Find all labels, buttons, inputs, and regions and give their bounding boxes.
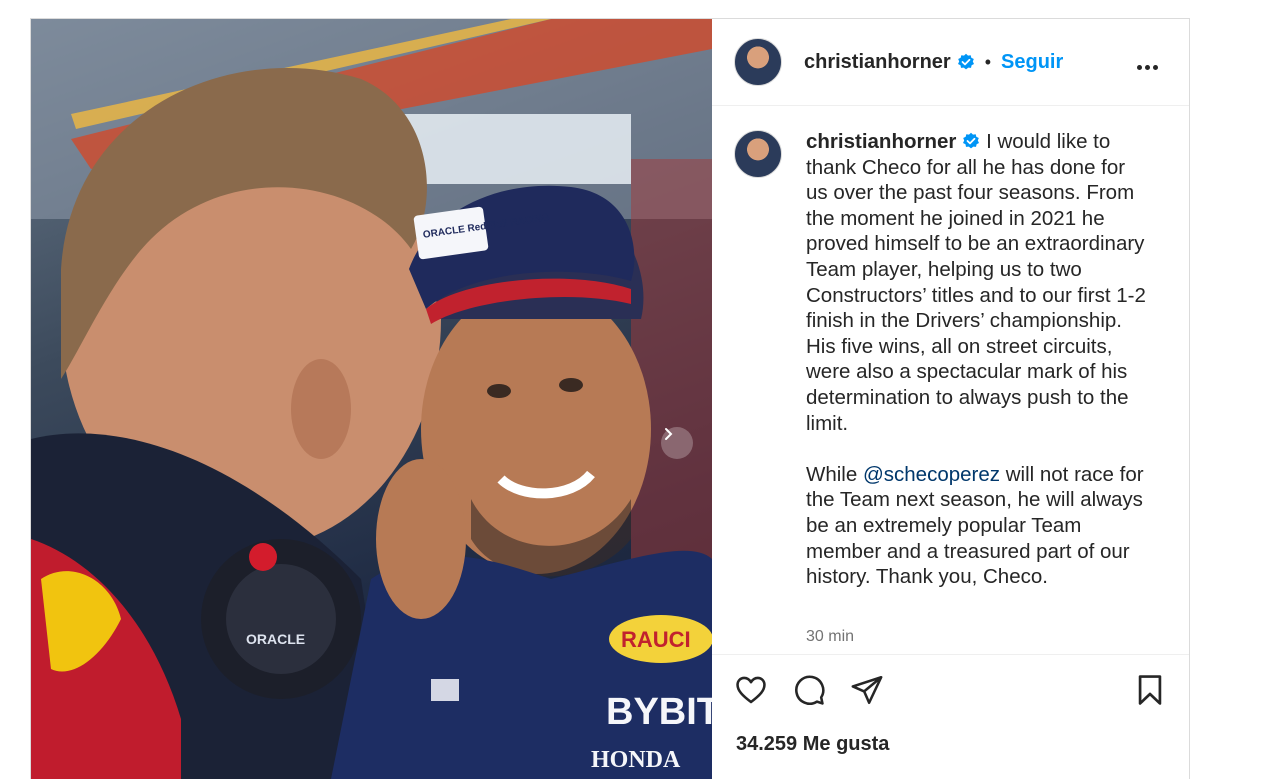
bookmark-icon[interactable] [1133, 673, 1167, 707]
post-header: christianhorner • Seguir [712, 19, 1189, 106]
caption-username[interactable]: christianhorner [806, 130, 956, 153]
separator-dot: • [984, 51, 992, 72]
chevron-right-icon [665, 428, 673, 440]
follow-button[interactable]: Seguir [1001, 51, 1063, 74]
caption-paragraph-1: I would like to thank Checo for all he h… [806, 130, 1146, 435]
likes-count[interactable]: 34.259 Me gusta [736, 733, 889, 756]
photo-illustration: ORACLE ORACLE Red Bull RACING RAUCI BYBI… [31, 19, 712, 779]
avatar[interactable] [734, 38, 782, 86]
caption-text: christianhorner I would like to thank Ch… [806, 129, 1146, 590]
suit-sponsor-2: HONDA [591, 747, 681, 773]
caption-p2-before: While [806, 462, 863, 486]
next-photo-button[interactable] [661, 427, 693, 459]
verified-badge-icon [963, 132, 980, 149]
suit-sponsor-1: BYBIT [606, 691, 712, 733]
post-timestamp[interactable]: 30 min [806, 628, 854, 646]
post-image[interactable]: ORACLE ORACLE Red Bull RACING RAUCI BYBI… [31, 19, 712, 779]
caption-area: christianhorner I would like to thank Ch… [712, 106, 1189, 655]
svg-text:ORACLE: ORACLE [246, 631, 305, 647]
post-side-panel: christianhorner • Seguir christianhorner… [712, 19, 1189, 779]
verified-badge-icon [957, 53, 974, 70]
comment-icon[interactable] [792, 673, 826, 707]
share-icon[interactable] [850, 673, 884, 707]
action-bar [734, 673, 884, 707]
more-options-icon[interactable] [1137, 57, 1161, 75]
header-username[interactable]: christianhorner [804, 51, 951, 74]
heart-icon[interactable] [734, 673, 768, 707]
mention-link[interactable]: @schecoperez [863, 463, 1000, 486]
caption-avatar[interactable] [734, 130, 782, 178]
instagram-post: ORACLE ORACLE Red Bull RACING RAUCI BYBI… [30, 18, 1190, 779]
suit-sponsor-0: RAUCI [621, 627, 691, 652]
